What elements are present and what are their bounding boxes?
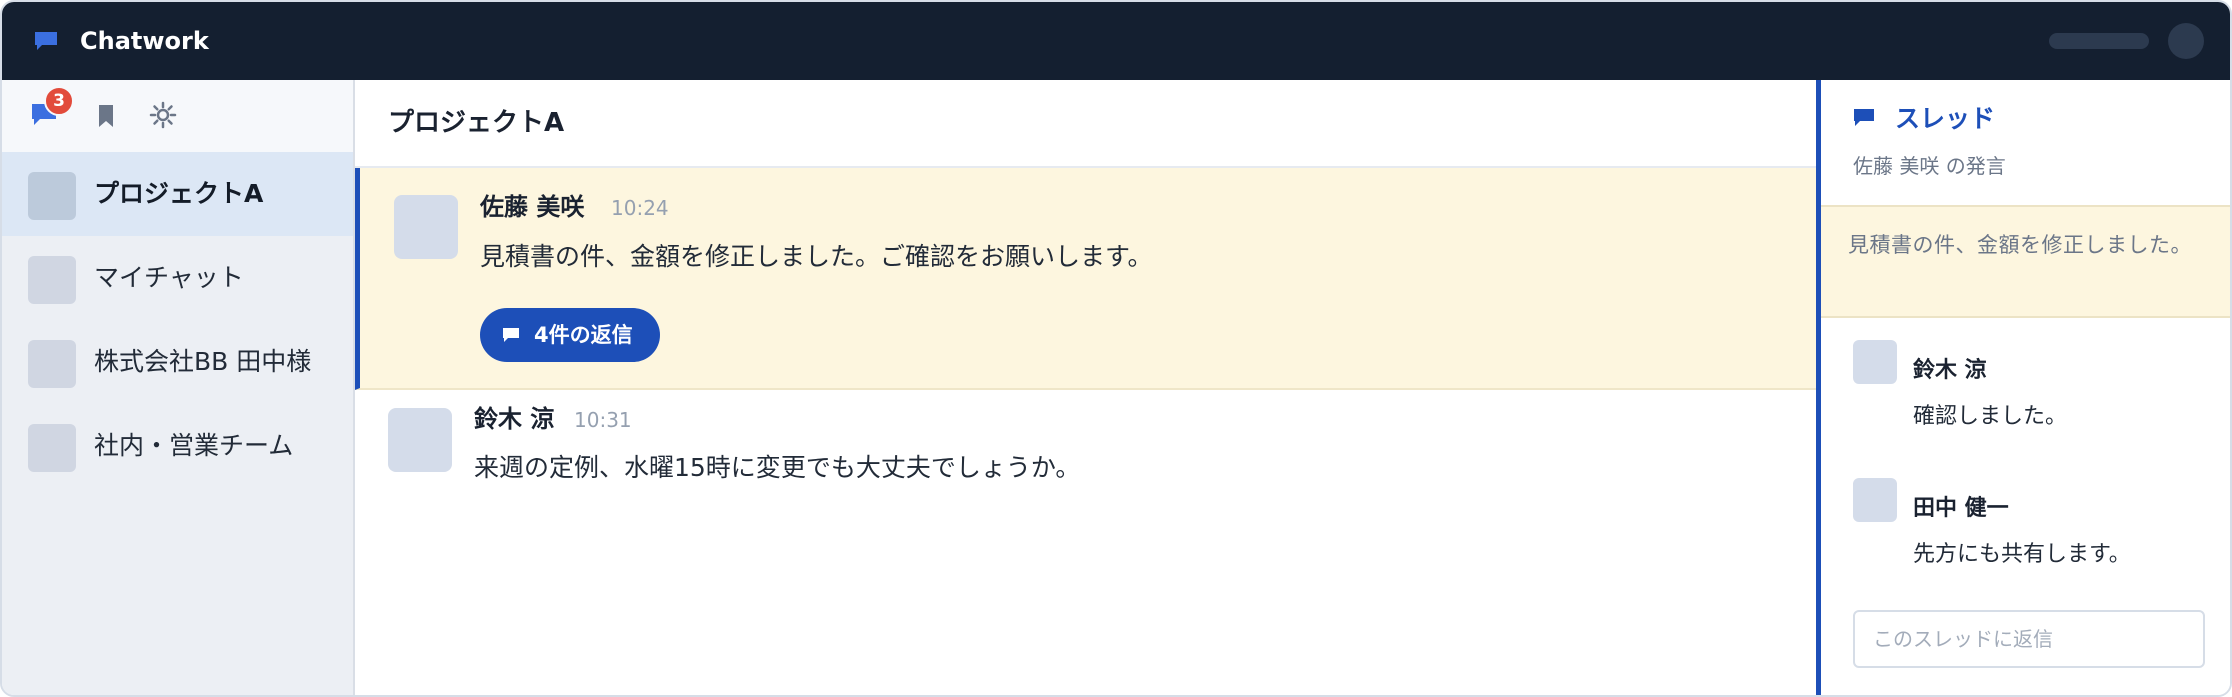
settings-tab[interactable] xyxy=(149,101,177,129)
thread-reply[interactable]: 田中 健一 先方にも共有します。 xyxy=(1821,478,2230,588)
chat-header: プロジェクトA xyxy=(355,80,1816,168)
room-avatar xyxy=(28,172,76,220)
chat-main: プロジェクトA 佐藤 美咲 10:24 見積書の件、金額を修正しました。ご確認を… xyxy=(355,80,1816,695)
room-name: プロジェクトA xyxy=(94,179,264,208)
reply-text: 先方にも共有します。 xyxy=(1913,542,2131,567)
thread-panel: スレッド 佐藤 美咲 の発言 見積書の件、金額を修正しました。 鈴木 涼 確認し… xyxy=(1816,80,2230,695)
thread-reply-input[interactable] xyxy=(1853,610,2205,668)
message-author: 鈴木 涼 xyxy=(474,405,555,433)
bookmark-tab[interactable] xyxy=(97,104,115,128)
sidebar-toolbar: 3 xyxy=(2,80,353,152)
message-item[interactable]: 佐藤 美咲 10:24 見積書の件、金額を修正しました。ご確認をお願いします。 … xyxy=(355,168,1816,390)
reply-text: 確認しました。 xyxy=(1913,404,2068,429)
thread-subtitle: 佐藤 美咲 の発言 xyxy=(1853,154,2006,178)
room-item-my-chat[interactable]: マイチャット xyxy=(2,236,353,320)
thread-title: スレッド xyxy=(1895,104,1996,133)
room-avatar xyxy=(28,256,76,304)
avatar xyxy=(1853,478,1897,522)
room-item-bb-tanaka[interactable]: 株式会社BB 田中様 xyxy=(2,320,353,404)
avatar xyxy=(1853,340,1897,384)
app-title: Chatwork xyxy=(80,27,209,55)
reply-author: 田中 健一 xyxy=(1913,496,2009,521)
message-item[interactable]: 鈴木 涼 10:31 来週の定例、水曜15時に変更でも大丈夫でしょうか。 xyxy=(355,390,1816,510)
room-name: マイチャット xyxy=(94,263,244,292)
message-time: 10:31 xyxy=(574,408,632,432)
thread-header: スレッド 佐藤 美咲 の発言 xyxy=(1821,80,2230,205)
message-author: 佐藤 美咲 xyxy=(480,193,585,221)
message-text: 来週の定例、水曜15時に変更でも大丈夫でしょうか。 xyxy=(474,453,1081,482)
bookmark-icon xyxy=(99,105,113,127)
chat-bubble-icon xyxy=(503,328,519,342)
user-avatar[interactable] xyxy=(2168,23,2204,59)
avatar xyxy=(394,195,458,259)
room-name: 社内・営業チーム xyxy=(94,431,294,460)
sidebar: 3 プロジェクトA マイチャット 株式会社BB 田中様 社内・営業チーム xyxy=(2,80,355,695)
quoted-text: 見積書の件、金額を修正しました。 xyxy=(1848,233,2192,257)
chat-tab[interactable]: 3 xyxy=(30,86,74,126)
unread-badge: 3 xyxy=(44,86,74,116)
search-bar-placeholder[interactable] xyxy=(2049,33,2149,49)
avatar xyxy=(388,408,452,472)
room-name: 株式会社BB 田中様 xyxy=(94,347,312,376)
chat-bubble-icon xyxy=(1854,109,1874,126)
room-avatar xyxy=(28,340,76,388)
room-item-sales-team[interactable]: 社内・営業チーム xyxy=(2,404,353,488)
reply-count-label: 4件の返信 xyxy=(534,323,633,347)
thread-replies-button[interactable]: 4件の返信 xyxy=(480,308,660,362)
thread-reply[interactable]: 鈴木 涼 確認しました。 xyxy=(1821,340,2230,450)
top-bar: Chatwork xyxy=(2,2,2230,80)
room-avatar xyxy=(28,424,76,472)
gear-icon xyxy=(149,101,177,129)
message-text: 見積書の件、金額を修正しました。ご確認をお願いします。 xyxy=(480,242,1153,271)
reply-author: 鈴木 涼 xyxy=(1913,358,1987,383)
message-time: 10:24 xyxy=(611,196,669,220)
thread-quoted-message: 見積書の件、金額を修正しました。 xyxy=(1821,205,2230,318)
room-item-project-a[interactable]: プロジェクトA xyxy=(2,152,353,236)
room-title: プロジェクトA xyxy=(388,108,565,138)
app-window: Chatwork 3 プロジェクトA マイチャット 株式会社BB 田中様 社内・… xyxy=(0,0,2232,697)
chat-bubble-icon xyxy=(35,32,57,50)
